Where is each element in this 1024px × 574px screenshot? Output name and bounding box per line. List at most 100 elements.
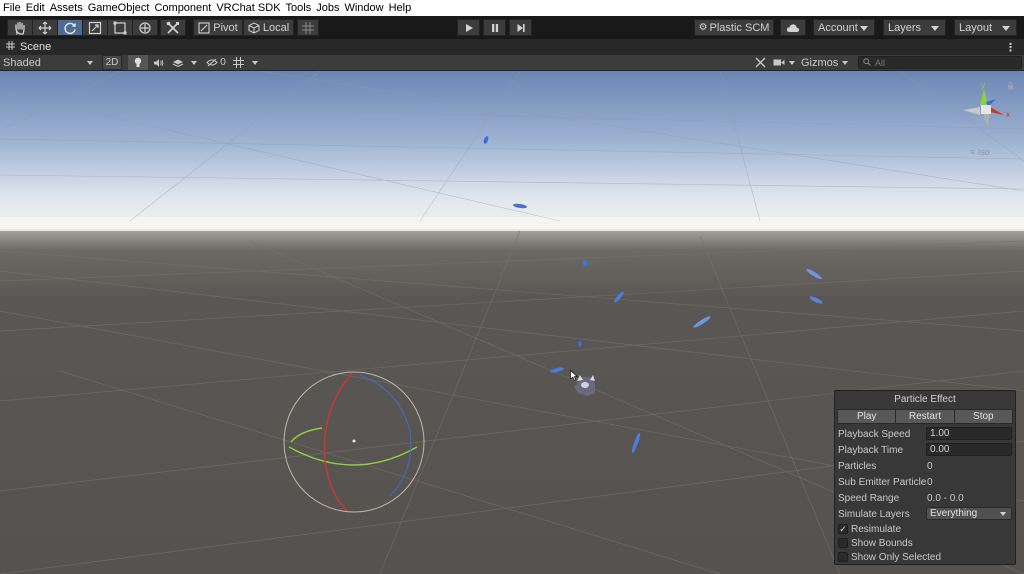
particles-value: 0 <box>927 460 933 472</box>
particle-restart-button[interactable]: Restart <box>896 409 955 424</box>
menu-window[interactable]: Window <box>344 2 383 14</box>
resimulate-checkbox[interactable]: ✓ <box>838 524 848 534</box>
plastic-gear-icon: ⚙ <box>698 22 708 33</box>
show-bounds-checkbox[interactable] <box>838 538 848 548</box>
menu-help[interactable]: Help <box>389 2 412 14</box>
pause-button[interactable] <box>483 19 506 36</box>
pause-icon <box>491 23 498 32</box>
menu-component[interactable]: Component <box>154 2 211 14</box>
layers-stack-icon <box>172 59 184 67</box>
local-cube-icon <box>248 21 260 34</box>
rect-transform-icon <box>113 21 127 34</box>
tools-toggle[interactable] <box>751 55 769 70</box>
lightbulb-icon <box>134 57 142 67</box>
panel-title: Particle Effect <box>894 394 956 405</box>
plastic-scm-button[interactable]: ⚙ Plastic SCM <box>694 19 774 36</box>
lighting-toggle[interactable] <box>128 55 148 70</box>
playback-speed-field[interactable]: 1.00 <box>926 427 1012 440</box>
effects-dropdown[interactable] <box>188 55 200 70</box>
layers-label: Layers <box>888 21 922 34</box>
rotate-icon <box>64 22 76 34</box>
transform-combo-icon <box>139 21 151 34</box>
gizmos-label: Gizmos <box>801 56 839 69</box>
show-only-selected-checkbox[interactable] <box>838 552 848 562</box>
menu-jobs[interactable]: Jobs <box>316 2 339 14</box>
particle-play-button[interactable]: Play <box>837 409 897 424</box>
gizmo-x-label: x <box>1006 110 1010 119</box>
simulate-layers-dropdown[interactable]: Everything <box>926 507 1012 520</box>
camera-dropdown[interactable] <box>786 55 798 70</box>
play-button[interactable] <box>457 19 480 36</box>
custom-tool-button[interactable] <box>160 19 186 36</box>
sub-emitter-row: Sub Emitter Particle 0 <box>835 474 1015 490</box>
scene-grid-icon <box>6 41 15 53</box>
gizmos-dropdown[interactable]: Gizmos <box>799 55 851 70</box>
hand-tool-button[interactable] <box>7 19 33 36</box>
simulate-layers-row: Simulate Layers Everything <box>835 506 1015 522</box>
scene-search-field[interactable] <box>858 56 1022 69</box>
grid-icon <box>232 57 244 68</box>
particle-effect-panel: Particle Effect Play Restart Stop Playba… <box>834 390 1016 565</box>
step-forward-icon <box>517 23 525 32</box>
orientation-gizmo[interactable]: y x <box>958 77 1020 139</box>
tools-crossed-icon <box>166 21 179 34</box>
step-button[interactable] <box>509 19 532 36</box>
simulate-layers-label: Simulate Layers <box>838 508 910 520</box>
search-input[interactable] <box>875 57 1015 68</box>
scene-tab-label: Scene <box>20 41 52 53</box>
layout-dropdown[interactable]: Layout <box>954 19 1017 36</box>
local-toggle[interactable]: Local <box>243 19 294 36</box>
audio-toggle[interactable] <box>148 55 168 70</box>
layers-dropdown[interactable]: Layers <box>883 19 946 36</box>
grid-toggle[interactable] <box>230 55 246 70</box>
menu-file[interactable]: File <box>3 2 21 14</box>
move-arrows-icon <box>38 21 52 34</box>
transform-tool-button[interactable] <box>132 19 158 36</box>
axis-gizmo-icon: y x <box>963 81 1013 127</box>
scene-view-toolbar: Shaded 2D 0 Gizmos <box>0 55 1024 71</box>
account-dropdown[interactable]: Account <box>813 19 875 36</box>
particle-stop-button[interactable]: Stop <box>954 409 1013 424</box>
wrench-cross-icon <box>755 57 765 68</box>
scene-viewport[interactable]: y x ≡ Iso Particle Effect Play Restart S… <box>0 71 1024 574</box>
sub-emitter-label: Sub Emitter Particle <box>838 476 927 488</box>
playback-time-row: Playback Time 0.00 <box>835 442 1015 458</box>
playback-speed-row: Playback Speed 1.00 <box>835 426 1015 442</box>
playback-buttons: Play Restart Stop <box>837 409 1013 424</box>
menu-vrchat-sdk[interactable]: VRChat SDK <box>216 2 280 14</box>
tab-scene[interactable]: Scene <box>0 39 60 55</box>
rotate-tool-button[interactable] <box>57 19 83 36</box>
projection-mode-label[interactable]: ≡ Iso <box>970 147 990 157</box>
effects-toggle[interactable] <box>168 55 188 70</box>
menu-edit[interactable]: Edit <box>26 2 45 14</box>
rect-tool-button[interactable] <box>107 19 133 36</box>
search-icon <box>863 57 871 68</box>
playback-time-field[interactable]: 0.00 <box>926 443 1012 456</box>
pivot-icon <box>198 21 210 34</box>
grid-snap-button[interactable] <box>297 19 319 36</box>
playback-time-label: Playback Time <box>838 444 904 456</box>
hidden-count: 0 <box>220 57 226 68</box>
menu-tools[interactable]: Tools <box>286 2 312 14</box>
menu-gameobject[interactable]: GameObject <box>88 2 150 14</box>
hand-icon <box>15 21 25 35</box>
play-icon <box>465 23 473 32</box>
tab-options-icon[interactable]: ⋮ <box>1005 39 1016 55</box>
speaker-icon <box>153 58 163 67</box>
cloud-button[interactable] <box>780 19 806 36</box>
shading-mode-dropdown[interactable]: Shaded <box>0 55 96 70</box>
speed-range-value: 0.0 - 0.0 <box>927 492 964 504</box>
show-only-selected-row: Show Only Selected <box>835 550 1015 564</box>
iso-text: Iso <box>977 147 990 157</box>
grid-snap-icon <box>302 21 314 34</box>
scene-visibility-toggle[interactable]: 0 <box>203 55 229 70</box>
scene-tab-bar: Scene ⋮ <box>0 39 1024 55</box>
scale-tool-button[interactable] <box>82 19 108 36</box>
camera-toggle[interactable] <box>771 55 787 70</box>
grid-dropdown[interactable] <box>247 55 261 70</box>
pivot-toggle[interactable]: Pivot <box>193 19 243 36</box>
move-tool-button[interactable] <box>32 19 58 36</box>
toggle-2d-button[interactable]: 2D <box>102 55 122 70</box>
account-label: Account <box>818 21 858 34</box>
menu-assets[interactable]: Assets <box>50 2 83 14</box>
